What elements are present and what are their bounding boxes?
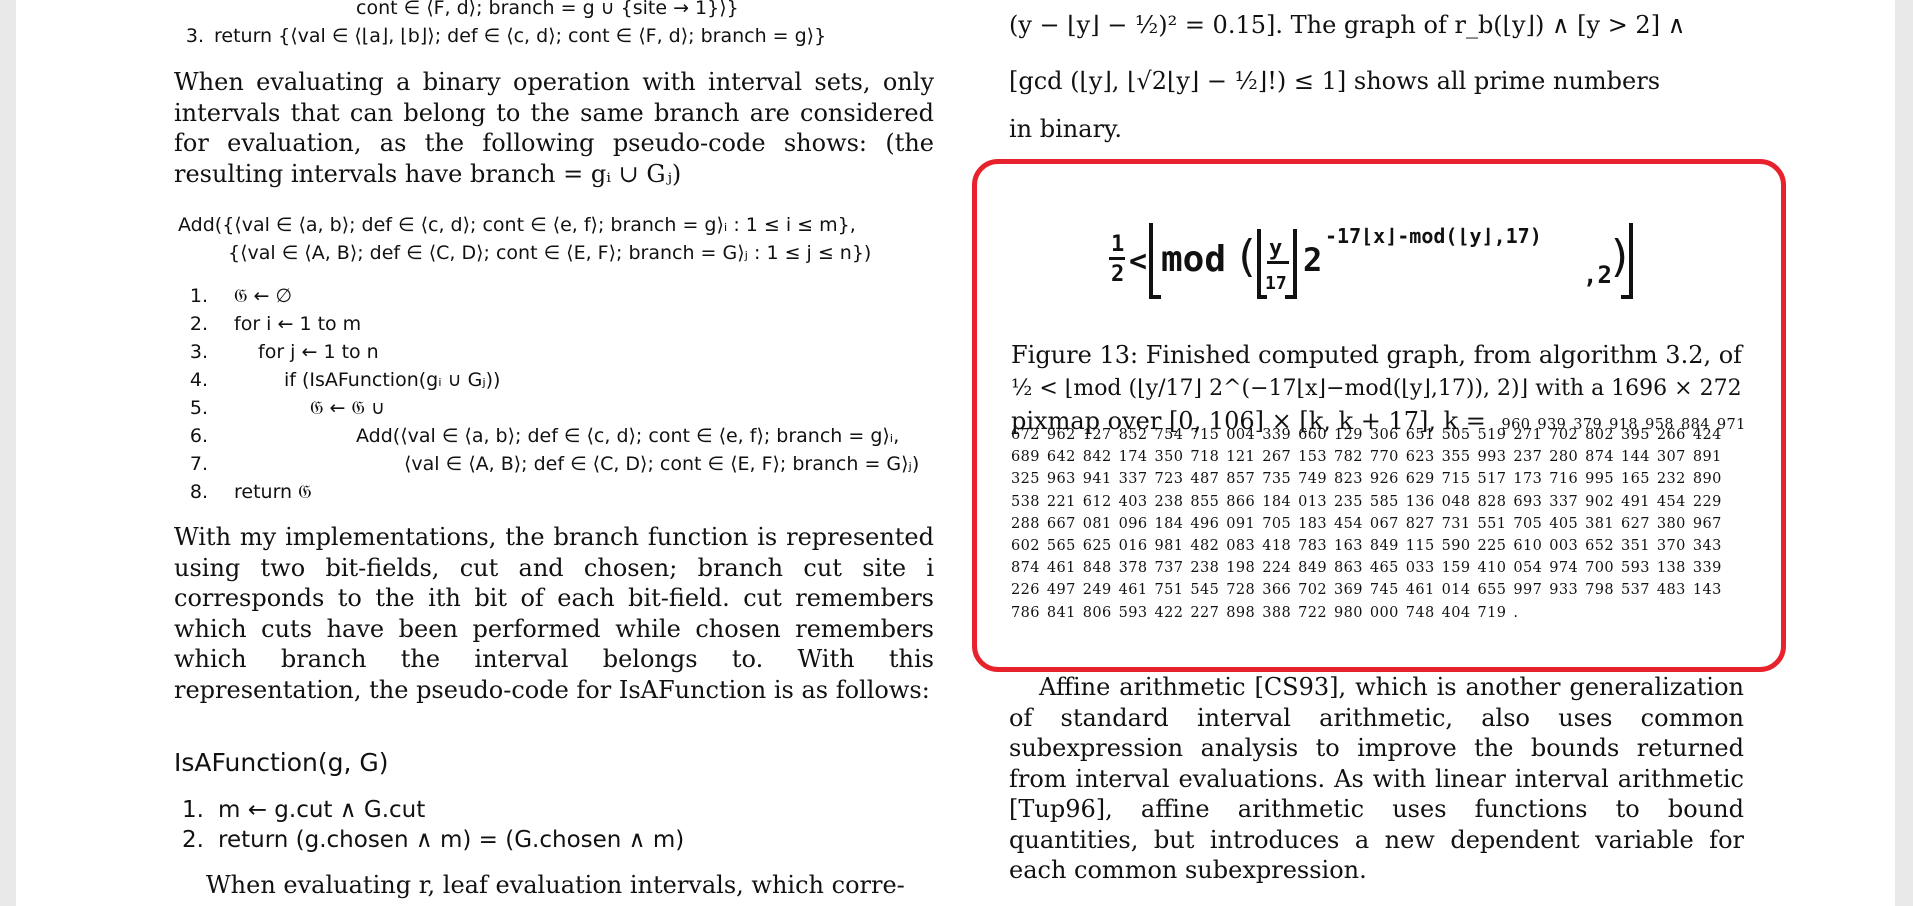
formula-less-than: < (1129, 244, 1147, 279)
pseudocode-line: 6. Add(⟨val ∈ ⟨a, b⟩; def ∈ ⟨c, d⟩; cont … (189, 425, 900, 447)
pseudocode-line: 3. for j ← 1 to n (189, 341, 379, 363)
pseudocode-line: 1. 𝔊 ← ∅ (189, 285, 293, 307)
formula-half-denominator: 2 (1111, 262, 1124, 287)
right-top-line-3: in binary. (1009, 115, 1123, 143)
pseudocode-line: 1. m ← g.cut ∧ G.cut (182, 797, 426, 823)
add-pseudocode-lines: 1. 𝔊 ← ∅ 2. for i ← 1 to m 3. for j ← 1 to … (178, 282, 938, 506)
paragraph-leaf-evaluation: When evaluating r, leaf evaluation inter… (206, 871, 905, 899)
formula-half-numerator: 1 (1111, 232, 1124, 257)
document-page: cont ∈ ⟨F, d⟩; branch = g ∪ {site → 1}⟩}… (16, 0, 1895, 906)
pseudocode-line: 2. return (g.chosen ∧ m) = (G.chosen ∧ m) (182, 827, 685, 853)
figure-13-highlight: 1 2 < mod ( y 17 2 -17⌊x⌋-mod(⌊y⌋,17) ,2… (972, 159, 1786, 672)
formula-floor-right (1629, 223, 1633, 299)
figure-k-digits: 672 962 127 852 754 715 004 339 660 129 … (1011, 427, 1722, 621)
pseudocode-line: 4. if (IsAFunction(gᵢ ∪ Gⱼ)) (189, 369, 501, 391)
pseudocode-line: 8. return 𝔊 (189, 481, 312, 503)
top-algorithm-fragment: cont ∈ ⟨F, d⟩; branch = g ∪ {site → 1}⟩}… (174, 0, 934, 50)
formula-exponent: -17⌊x⌋-mod(⌊y⌋,17) (1325, 224, 1542, 248)
formula-base-two: 2 (1303, 241, 1322, 279)
isafunction-heading: IsAFunction(g, G) (174, 748, 389, 777)
add-pseudocode: Add({⟨val ∈ ⟨a, b⟩; def ∈ ⟨c, d⟩; cont ∈… (178, 211, 938, 267)
algo-line-number: 3. (185, 25, 204, 47)
formula-y-numerator: y (1269, 236, 1282, 261)
add-signature-line-1: Add({⟨val ∈ ⟨a, b⟩; def ∈ ⟨c, d⟩; cont ∈… (178, 214, 856, 236)
paragraph-affine-arithmetic: Affine arithmetic [CS93], which is anoth… (1009, 673, 1744, 884)
caption-line-2: ½ < ⌊mod (⌊y/17⌋ 2^(−17⌊x⌋−mod(⌊y⌋,17)),… (1011, 376, 1742, 401)
algo-line-return: return {⟨val ∈ ⟨⌊a⌋, ⌊b⌋⟩; def ∈ ⟨c, d⟩;… (214, 25, 827, 47)
pseudocode-line: 2. for i ← 1 to m (189, 313, 362, 335)
formula-fraction-bar (1109, 257, 1125, 260)
pseudocode-line: 5. 𝔊 ← 𝔊 ∪ (189, 397, 385, 419)
paragraph-branch-representation: With my implementations, the branch func… (174, 523, 934, 704)
caption-line-1: Figure 13: Finished computed graph, from… (1011, 341, 1743, 369)
formula-floor-left (1149, 223, 1153, 299)
isafunction-pseudocode: 1. m ← g.cut ∧ G.cut 2. return (g.chosen ∧… (174, 795, 934, 855)
right-top-line-1: (y − ⌊y⌋ − ½)² = 0.15]. The graph of r_b… (1009, 11, 1686, 39)
pixelated-formula-render: 1 2 < mod ( y 17 2 -17⌊x⌋-mod(⌊y⌋,17) ,2… (1109, 223, 1634, 299)
formula-mod: mod (1161, 239, 1226, 280)
right-top-line-2: [gcd (⌊y⌋, ⌊√2⌊y⌋ − ½⌋!) ≤ 1] shows all … (1009, 67, 1661, 95)
paragraph-binary-operation: When evaluating a binary operation with … (174, 68, 934, 188)
add-signature-line-2: {⟨val ∈ ⟨A, B⟩; def ∈ ⟨C, D⟩; cont ∈ ⟨E,… (228, 242, 872, 264)
formula-17-denominator: 17 (1265, 273, 1287, 294)
algo-line-previous: cont ∈ ⟨F, d⟩; branch = g ∪ {site → 1}⟩} (356, 0, 739, 19)
svg-text:(: ( (1233, 231, 1260, 282)
pseudocode-line: 7. ⟨val ∈ ⟨A, B⟩; def ∈ ⟨C, D⟩; cont ∈ ⟨E… (189, 453, 920, 475)
